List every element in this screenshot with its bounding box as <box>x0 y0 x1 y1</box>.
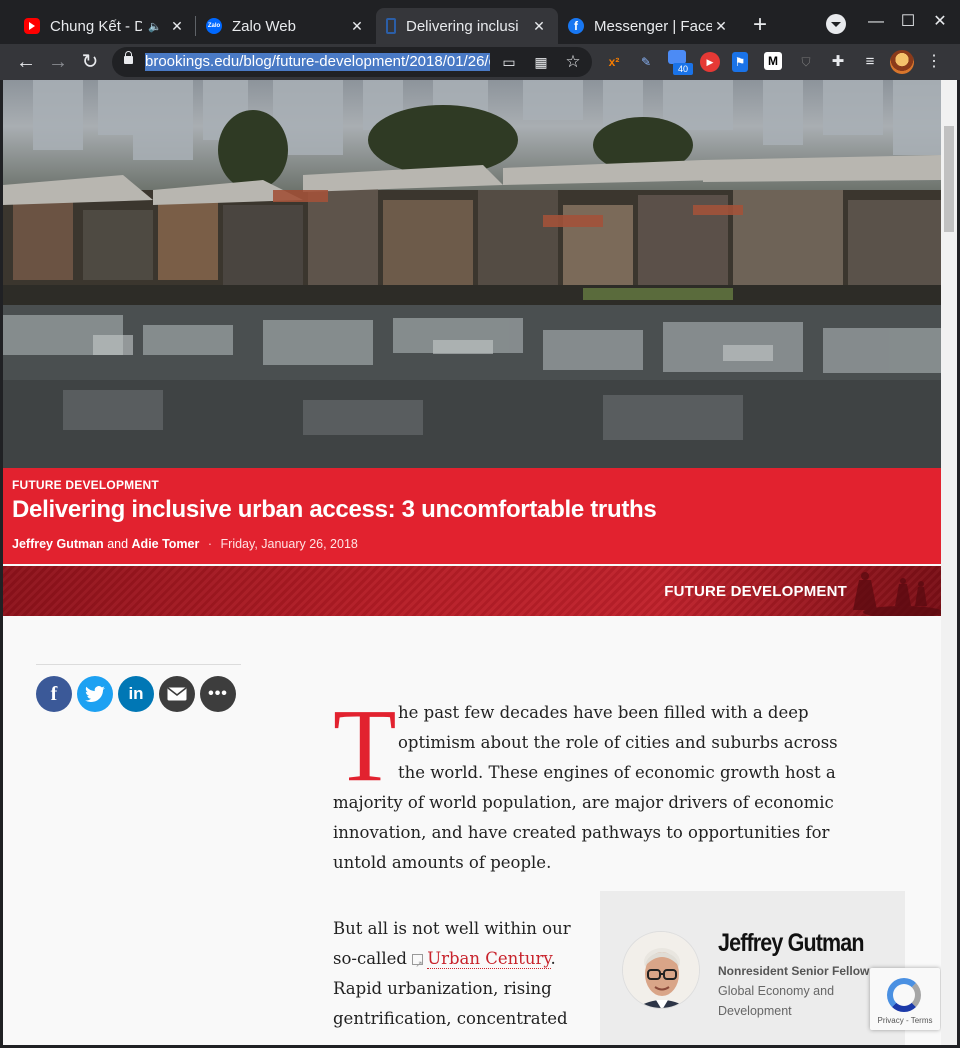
series-banner[interactable]: FUTURE DEVELOPMENT <box>3 566 941 616</box>
bookmark-star-icon[interactable]: ☆ <box>564 53 582 71</box>
address-bar[interactable]: brookings.edu/blog/future-development/20… <box>112 47 592 77</box>
paragraph-text: so-called <box>333 949 413 968</box>
page-viewport: FUTURE DEVELOPMENT Delivering inclusive … <box>3 80 941 1045</box>
extension-pen-icon[interactable]: ✎ <box>636 52 656 72</box>
tab-messenger[interactable]: f Messenger | Face ✕ <box>558 8 740 44</box>
scrollbar[interactable] <box>941 80 957 1045</box>
paragraph-text: . <box>550 949 556 968</box>
paragraph-line: he past few decades have been filled wit… <box>398 703 809 722</box>
extension-superscript-icon[interactable]: x² <box>604 52 624 72</box>
tab-title: Delivering inclusi <box>406 17 519 35</box>
extension-ribbon-icon[interactable]: ⛉ <box>796 52 816 72</box>
browser-toolbar: ← → ↻ brookings.edu/blog/future-developm… <box>0 44 960 80</box>
paragraph-line: majority of world population, are major … <box>333 793 834 812</box>
share-twitter-button[interactable] <box>77 676 113 712</box>
lock-icon[interactable] <box>124 51 133 64</box>
author-link[interactable]: Jeffrey Gutman <box>12 537 104 551</box>
walking-figures-icon <box>853 572 941 616</box>
facebook-icon: f <box>568 18 584 34</box>
external-link-icon <box>412 950 424 980</box>
share-divider <box>36 664 241 665</box>
author-avatar[interactable] <box>622 931 700 1009</box>
article-paragraph: he past few decades have been filled wit… <box>333 698 838 878</box>
share-email-button[interactable] <box>159 676 195 712</box>
recaptcha-icon <box>887 978 921 1012</box>
speaker-icon[interactable]: 🔈 <box>148 20 162 33</box>
paragraph-line: Rapid urbanization, rising <box>333 979 552 998</box>
tab-title: Messenger | Face <box>594 17 712 35</box>
new-tab-button[interactable]: + <box>748 12 772 40</box>
article-headline: Delivering inclusive urban access: 3 unc… <box>12 496 657 523</box>
cast-icon[interactable]: ▭ <box>500 53 518 71</box>
share-more-button[interactable]: ••• <box>200 676 236 712</box>
close-icon[interactable]: ✕ <box>168 18 186 35</box>
profile-avatar[interactable] <box>890 50 914 74</box>
scrollbar-thumb[interactable] <box>944 126 954 232</box>
paragraph-line: the world. These engines of economic gro… <box>398 763 836 782</box>
recaptcha-links[interactable]: Privacy - Terms <box>870 1016 940 1025</box>
paragraph-line: optimism about the role of cities and su… <box>398 733 838 752</box>
paragraph-line: gentrification, concentrated <box>333 1009 568 1028</box>
tab-youtube[interactable]: Chung Kết - D 🔈 ✕ <box>14 8 196 44</box>
share-facebook-button[interactable]: f <box>36 676 72 712</box>
linkedin-icon: in <box>128 684 144 703</box>
reading-list-icon[interactable]: ≡ <box>860 52 880 72</box>
extension-play-icon[interactable]: ▶ <box>700 52 720 72</box>
paragraph-line: untold amounts of people. <box>333 853 552 872</box>
urban-century-link[interactable]: Urban Century <box>427 949 551 969</box>
extension-calendar-icon[interactable] <box>668 50 686 64</box>
more-icon: ••• <box>208 685 228 702</box>
article-paragraph: But all is not well within our so-called… <box>333 914 571 1034</box>
menu-icon[interactable]: ⋮ <box>924 52 944 72</box>
maximize-button[interactable]: ☐ <box>896 10 920 34</box>
paragraph-line: so-called Urban Century. <box>333 944 571 980</box>
byline-separator: · <box>207 537 213 551</box>
reload-button[interactable]: ↻ <box>76 48 104 76</box>
article-kicker[interactable]: FUTURE DEVELOPMENT <box>12 478 159 492</box>
close-icon[interactable]: ✕ <box>712 18 730 35</box>
author-department[interactable]: Global Economy and Development <box>718 981 858 1021</box>
window-close-button[interactable]: ✕ <box>928 10 952 34</box>
close-icon[interactable]: ✕ <box>530 18 548 35</box>
paragraph-line: But all is not well within our <box>333 919 571 938</box>
byline-and: and <box>107 537 129 551</box>
qr-code-icon[interactable]: ▦ <box>532 53 550 71</box>
byline: Jeffrey Gutman and Adie Tomer · Friday, … <box>12 537 358 551</box>
hero-image <box>3 80 941 468</box>
tab-strip: Chung Kết - D 🔈 ✕ Zalo Zalo Web ✕ Delive… <box>0 0 960 44</box>
extensions-puzzle-icon[interactable]: ✚ <box>828 52 848 72</box>
article-header: FUTURE DEVELOPMENT Delivering inclusive … <box>3 468 941 564</box>
publish-date: Friday, January 26, 2018 <box>220 537 358 551</box>
youtube-icon <box>24 18 40 34</box>
author-link[interactable]: Adie Tomer <box>132 537 200 551</box>
minimize-button[interactable]: — <box>864 10 888 34</box>
facebook-icon: f <box>50 682 58 705</box>
tab-search-icon[interactable] <box>826 14 846 34</box>
back-button[interactable]: ← <box>12 48 40 76</box>
tab-brookings[interactable]: Delivering inclusi ✕ <box>376 8 558 44</box>
extension-bookmark-icon[interactable]: ⚑ <box>732 52 748 72</box>
extension-badge: 40 <box>673 63 693 75</box>
tab-title: Zalo Web <box>232 17 296 35</box>
zalo-icon: Zalo <box>206 18 222 34</box>
extension-m-icon[interactable]: M <box>764 52 782 70</box>
share-linkedin-button[interactable]: in <box>118 676 154 712</box>
url-text[interactable]: brookings.edu/blog/future-development/20… <box>145 53 490 71</box>
brookings-icon <box>386 18 396 34</box>
close-icon[interactable]: ✕ <box>348 18 366 35</box>
paragraph-line: innovation, and have created pathways to… <box>333 823 830 842</box>
tab-zalo[interactable]: Zalo Zalo Web ✕ <box>196 8 376 44</box>
email-icon <box>167 687 187 701</box>
recaptcha-badge[interactable]: Privacy - Terms <box>870 968 940 1030</box>
banner-label: FUTURE DEVELOPMENT <box>664 583 847 600</box>
author-name[interactable]: Jeffrey Gutman <box>718 929 865 958</box>
author-card: Jeffrey Gutman Nonresident Senior Fellow… <box>600 891 905 1045</box>
author-role: Nonresident Senior Fellow <box>718 964 870 978</box>
forward-button[interactable]: → <box>44 48 72 76</box>
twitter-icon <box>85 686 105 702</box>
tab-title: Chung Kết - D <box>50 17 143 35</box>
